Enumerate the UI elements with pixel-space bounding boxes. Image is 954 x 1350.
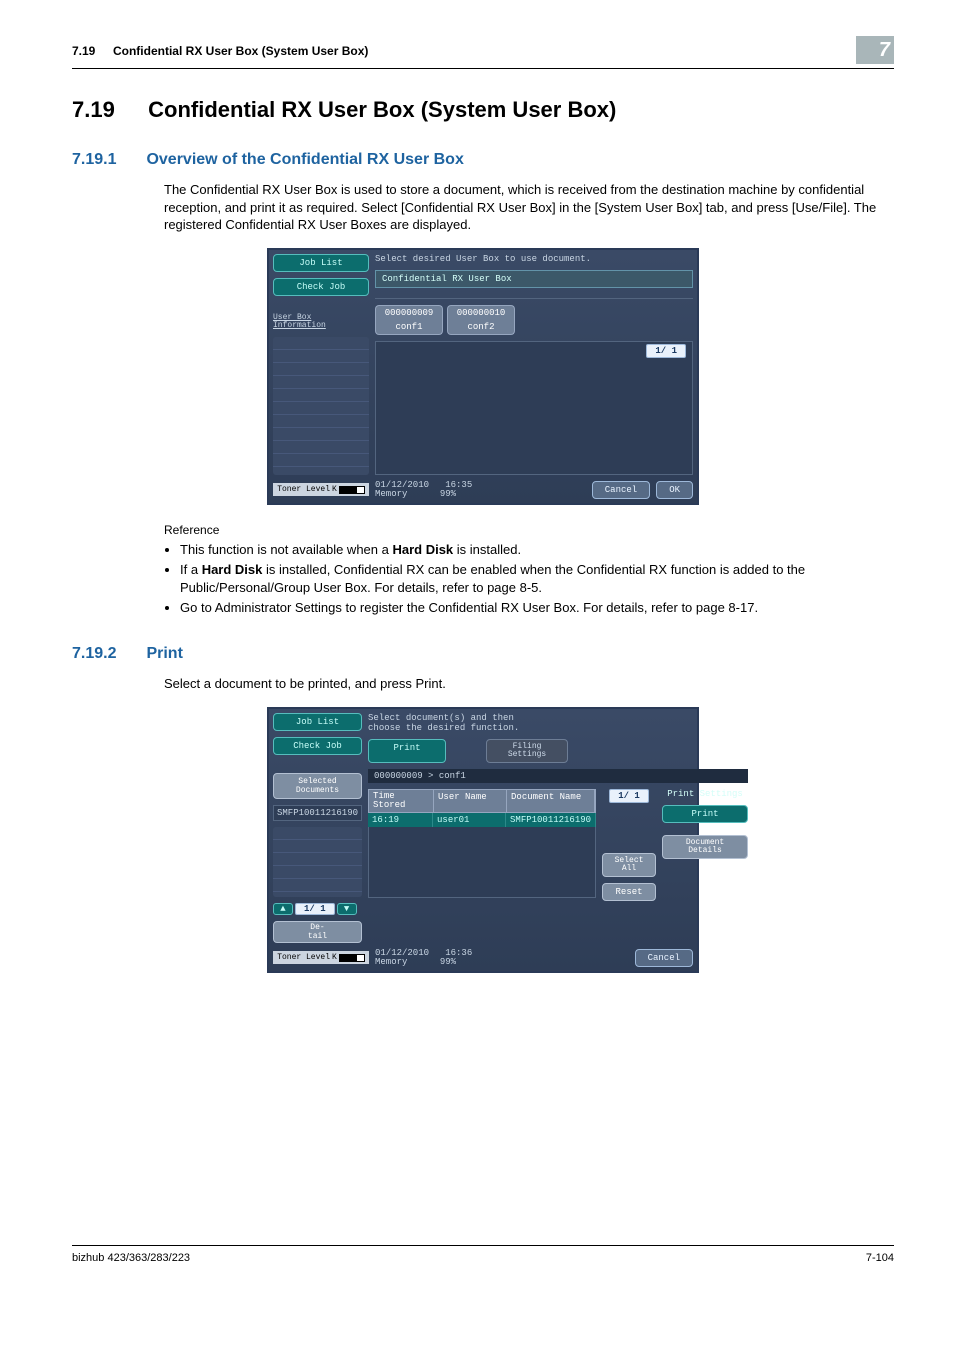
page-indicator: 1/ 1 bbox=[609, 789, 649, 803]
heading-text: Print bbox=[146, 645, 182, 662]
toner-bar-icon bbox=[339, 486, 365, 494]
cell-time: 16:19 bbox=[368, 813, 433, 827]
cell-user: user01 bbox=[433, 813, 506, 827]
prompt-text: Select desired User Box to use document. bbox=[375, 254, 693, 264]
toner-bar-icon bbox=[339, 954, 365, 962]
heading-number: 7.19.2 bbox=[72, 645, 142, 663]
page-footer: bizhub 423/363/283/223 7-104 bbox=[72, 1245, 894, 1264]
toner-level: Toner Level K bbox=[273, 951, 369, 964]
print-button[interactable]: Print bbox=[662, 805, 748, 823]
reference-item: This function is not available when a Ha… bbox=[180, 541, 894, 559]
arrow-up-icon[interactable]: ▲ bbox=[273, 903, 293, 915]
filing-settings-tab[interactable]: Filing Settings bbox=[486, 739, 568, 763]
cancel-button[interactable]: Cancel bbox=[592, 481, 650, 499]
check-job-button[interactable]: Check Job bbox=[273, 737, 362, 755]
status-datetime: 01/12/2010 16:35 Memory 99% bbox=[375, 481, 472, 499]
userbox-info-label: User Box Information bbox=[273, 314, 369, 332]
header-title: Confidential RX User Box (System User Bo… bbox=[113, 44, 368, 58]
print-tab[interactable]: Print bbox=[368, 739, 446, 763]
doc-table-header: Time Stored User Name Document Name bbox=[368, 789, 596, 813]
reset-button[interactable]: Reset bbox=[602, 883, 656, 901]
check-job-button[interactable]: Check Job bbox=[273, 278, 369, 296]
select-all-button[interactable]: Select All bbox=[602, 853, 656, 877]
header-section-number: 7.19 bbox=[72, 44, 95, 58]
toner-level: Toner Level K bbox=[273, 483, 369, 496]
detail-button[interactable]: De- tail bbox=[273, 921, 362, 943]
selected-doc-item: SMFP10011216190 bbox=[273, 805, 362, 821]
running-header: 7.19 Confidential RX User Box (System Us… bbox=[72, 36, 894, 69]
reference-list: This function is not available when a Ha… bbox=[180, 541, 894, 618]
selected-documents-header: Selected Documents bbox=[273, 773, 362, 799]
prompt-text: Select document(s) and then choose the d… bbox=[368, 713, 748, 733]
ok-button[interactable]: OK bbox=[656, 481, 693, 499]
screenshot-userbox-list: Job List Check Job User Box Information … bbox=[267, 248, 699, 505]
col-document[interactable]: Document Name bbox=[507, 790, 595, 812]
footer-page: 7-104 bbox=[866, 1252, 894, 1264]
panel-title: Confidential RX User Box bbox=[375, 270, 693, 288]
screenshot-print-panel: Job List Check Job Selected Documents SM… bbox=[267, 707, 699, 973]
table-row[interactable]: 16:19 user01 SMFP10011216190 bbox=[368, 813, 596, 827]
reference-item: Go to Administrator Settings to register… bbox=[180, 599, 894, 617]
breadcrumb: 000000009 > conf1 bbox=[368, 769, 748, 783]
reference-item: If a Hard Disk is installed, Confidentia… bbox=[180, 561, 894, 597]
nav-page-indicator: 1/ 1 bbox=[295, 903, 335, 915]
section-7-19-2-heading: 7.19.2 Print bbox=[72, 645, 894, 663]
userbox-tab-1-id[interactable]: 000000009 bbox=[375, 305, 443, 320]
col-user[interactable]: User Name bbox=[434, 790, 507, 812]
heading-text: Overview of the Confidential RX User Box bbox=[146, 151, 463, 168]
print-settings-label: Print Settings bbox=[662, 789, 748, 799]
print-paragraph: Select a document to be printed, and pre… bbox=[164, 675, 894, 693]
userbox-tab-2-name[interactable]: conf2 bbox=[447, 320, 515, 335]
section-7-19-1-heading: 7.19.1 Overview of the Confidential RX U… bbox=[72, 151, 894, 169]
status-datetime: 01/12/2010 16:36 Memory 99% bbox=[375, 949, 472, 967]
cell-doc: SMFP10011216190 bbox=[506, 813, 596, 827]
arrow-down-icon[interactable]: ▼ bbox=[337, 903, 357, 915]
sidebar-spacer bbox=[273, 337, 369, 474]
page-indicator: 1/ 1 bbox=[646, 344, 686, 358]
col-time[interactable]: Time Stored bbox=[369, 790, 434, 812]
section-7-19-heading: 7.19 Confidential RX User Box (System Us… bbox=[72, 97, 894, 123]
userbox-tab-2-id[interactable]: 000000010 bbox=[447, 305, 515, 320]
chapter-badge: 7 bbox=[856, 36, 894, 64]
heading-number: 7.19.1 bbox=[72, 151, 142, 169]
job-list-button[interactable]: Job List bbox=[273, 254, 369, 272]
sidebar-paginator: ▲ 1/ 1 ▼ bbox=[273, 903, 362, 915]
job-list-button[interactable]: Job List bbox=[273, 713, 362, 731]
sidebar-spacer bbox=[273, 827, 362, 897]
cancel-button[interactable]: Cancel bbox=[635, 949, 693, 967]
heading-text: Confidential RX User Box (System User Bo… bbox=[148, 97, 616, 122]
userbox-grid: 1/ 1 bbox=[375, 341, 693, 475]
heading-number: 7.19 bbox=[72, 97, 142, 123]
userbox-tab-1-name[interactable]: conf1 bbox=[375, 320, 443, 335]
document-details-button[interactable]: Document Details bbox=[662, 835, 748, 859]
chapter-number: 7 bbox=[879, 39, 890, 62]
reference-label: Reference bbox=[164, 523, 894, 537]
overview-paragraph: The Confidential RX User Box is used to … bbox=[164, 181, 894, 234]
footer-model: bizhub 423/363/283/223 bbox=[72, 1252, 190, 1264]
